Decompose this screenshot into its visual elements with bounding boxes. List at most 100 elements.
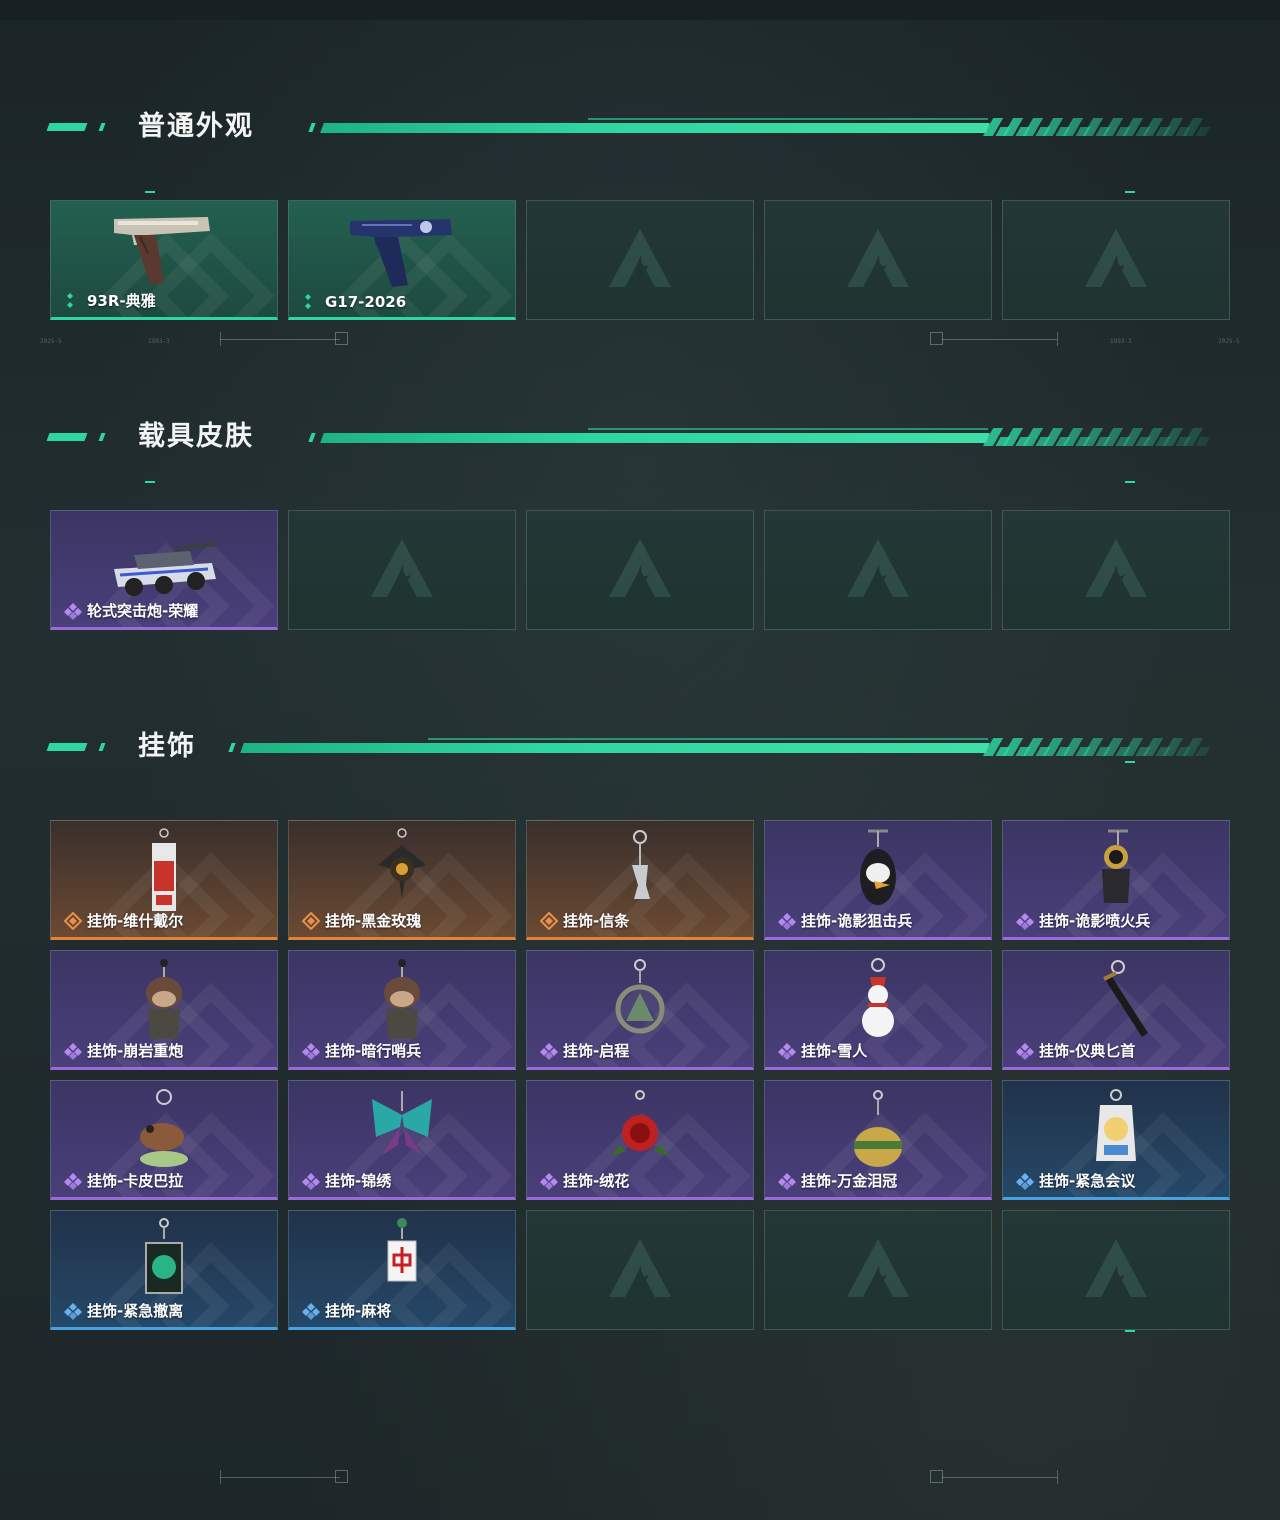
top-bar: [0, 0, 1280, 20]
rarity-purple-icon: [777, 1172, 797, 1190]
item-name: 93R-典雅: [87, 292, 156, 310]
item-card[interactable]: 挂饰-诡影喷火兵: [1002, 820, 1230, 940]
charm-doll-icon: [104, 955, 224, 1047]
rarity-blue-icon: [1015, 1172, 1035, 1190]
rarity-purple-icon: [777, 1042, 797, 1060]
item-name: 挂饰-绒花: [563, 1172, 630, 1190]
item-label: 挂饰-雪人: [777, 1040, 867, 1061]
header-thin-line: [428, 738, 988, 740]
rarity-purple-icon: [301, 1042, 321, 1060]
item-card[interactable]: 挂饰-维什戴尔: [50, 820, 278, 940]
placeholder-logo-icon: [1085, 539, 1147, 597]
item-name: 挂饰-信条: [563, 912, 630, 930]
item-name: 挂饰-仪典匕首: [1039, 1042, 1136, 1060]
item-card[interactable]: 挂饰-麻将: [288, 1210, 516, 1330]
section-title: 挂饰: [138, 731, 196, 762]
item-card[interactable]: 挂饰-信条: [526, 820, 754, 940]
section-header-charms: 挂饰: [46, 728, 1214, 768]
item-label: 挂饰-信条: [539, 910, 629, 931]
placeholder-logo-icon: [847, 229, 909, 287]
empty-slot[interactable]: [764, 1210, 992, 1330]
item-label: 挂饰-崩岩重炮: [63, 1040, 183, 1061]
charm-bird-icon: [818, 825, 938, 917]
item-label: 挂饰-维什戴尔: [63, 910, 183, 931]
item-label: 挂饰-仪典匕首: [1015, 1040, 1135, 1061]
item-name: 挂饰-锦绣: [325, 1172, 392, 1190]
item-card[interactable]: 93R-典雅: [50, 200, 278, 320]
item-card[interactable]: 挂饰-诡影狙击兵: [764, 820, 992, 940]
header-accent-mark: [308, 123, 316, 132]
charm-figure-icon: [580, 825, 700, 917]
charm-badge-icon: [1056, 1085, 1176, 1177]
empty-slot[interactable]: [526, 200, 754, 320]
header-accent-mark: [46, 433, 88, 441]
item-card[interactable]: 轮式突击炮-荣耀: [50, 510, 278, 630]
charm-dagger-icon: [1056, 955, 1176, 1047]
item-card[interactable]: G17-2026: [288, 200, 516, 320]
item-card[interactable]: 挂饰-仪典匕首: [1002, 950, 1230, 1070]
item-card[interactable]: 挂饰-紧急会议: [1002, 1080, 1230, 1200]
armored-vehicle-icon: [104, 515, 224, 607]
header-line: [320, 123, 990, 133]
corner-marker: [1125, 481, 1135, 483]
empty-slot[interactable]: [526, 1210, 754, 1330]
rarity-purple-icon: [1015, 1042, 1035, 1060]
section-title: 普通外观: [138, 111, 254, 142]
item-card[interactable]: 挂饰-锦绣: [288, 1080, 516, 1200]
item-card[interactable]: 挂饰-启程: [526, 950, 754, 1070]
item-label: 挂饰-黑金玫瑰: [301, 910, 421, 931]
empty-slot[interactable]: [1002, 1210, 1230, 1330]
item-card[interactable]: 挂饰-卡皮巴拉: [50, 1080, 278, 1200]
header-accent-mark: [308, 433, 316, 442]
header-accent-mark: [98, 743, 106, 751]
empty-slot[interactable]: [1002, 200, 1230, 320]
charm-rose-icon: [342, 825, 462, 917]
item-card[interactable]: 挂饰-紧急撤离: [50, 1210, 278, 1330]
item-name: 挂饰-紧急会议: [1039, 1172, 1136, 1190]
charm-tag-icon: [104, 825, 224, 917]
placeholder-logo-icon: [1085, 229, 1147, 287]
rarity-purple-icon: [63, 1042, 83, 1060]
ruler-decoration: [20, 1468, 360, 1488]
item-label: 挂饰-启程: [539, 1040, 629, 1061]
ruler-decoration: [20, 330, 360, 350]
empty-slot[interactable]: [764, 200, 992, 320]
charm-soldier-icon: [1056, 825, 1176, 917]
item-label: 挂饰-诡影狙击兵: [777, 910, 912, 931]
empty-slot[interactable]: [764, 510, 992, 630]
rarity-green-icon: [63, 292, 83, 310]
item-label: 挂饰-紧急会议: [1015, 1170, 1135, 1191]
item-card[interactable]: 挂饰-万金泪冠: [764, 1080, 992, 1200]
ruler-label: 2025-5: [40, 338, 62, 345]
rarity-purple-icon: [777, 912, 797, 930]
charm-ring-icon: [580, 955, 700, 1047]
pistol-blue-icon: [342, 205, 462, 297]
item-name: 轮式突击炮-荣耀: [87, 602, 199, 620]
charm-snowman-icon: [818, 955, 938, 1047]
rarity-orange-icon: [63, 911, 83, 930]
empty-slot[interactable]: [526, 510, 754, 630]
header-accent-mark: [46, 743, 88, 751]
item-card[interactable]: 挂饰-黑金玫瑰: [288, 820, 516, 940]
item-card[interactable]: 挂饰-绒花: [526, 1080, 754, 1200]
item-name: 挂饰-紧急撤离: [87, 1302, 184, 1320]
ruler-label: 2025-5: [1218, 338, 1240, 345]
item-label: 轮式突击炮-荣耀: [63, 600, 198, 621]
item-card[interactable]: 挂饰-暗行哨兵: [288, 950, 516, 1070]
charm-mahjong-icon: [342, 1215, 462, 1307]
item-label: G17-2026: [301, 293, 406, 311]
item-label: 挂饰-锦绣: [301, 1170, 391, 1191]
placeholder-logo-icon: [847, 1239, 909, 1297]
charm-box-icon: [104, 1215, 224, 1307]
item-name: 挂饰-万金泪冠: [801, 1172, 898, 1190]
header-line: [240, 743, 990, 753]
empty-slot[interactable]: [288, 510, 516, 630]
item-label: 挂饰-暗行哨兵: [301, 1040, 421, 1061]
placeholder-logo-icon: [609, 1239, 671, 1297]
empty-slot[interactable]: [1002, 510, 1230, 630]
item-card[interactable]: 挂饰-雪人: [764, 950, 992, 1070]
corner-marker: [145, 191, 155, 193]
item-card[interactable]: 挂饰-崩岩重炮: [50, 950, 278, 1070]
ruler-decoration: [920, 1468, 1260, 1488]
header-accent-mark: [46, 123, 88, 131]
